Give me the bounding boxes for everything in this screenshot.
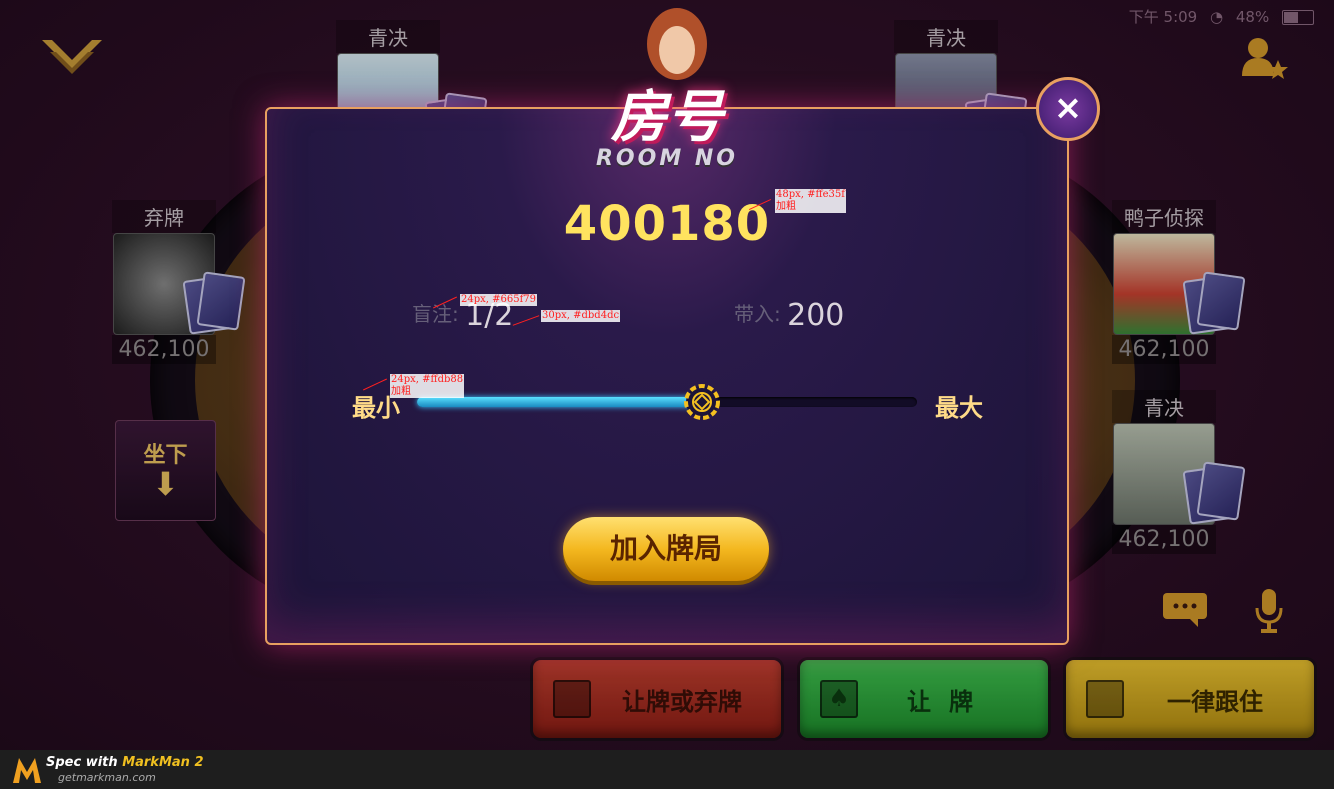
annotation-text: 24px, #ffdb88	[391, 374, 464, 385]
join-game-button[interactable]: 加入牌局	[563, 517, 769, 581]
buyin-info: 带入: 200	[734, 298, 844, 333]
annotation-text: 加粗	[391, 386, 411, 397]
markman-url: getmarkman.com	[58, 771, 156, 784]
dialog-subtitle: ROOM NO	[595, 146, 738, 171]
markman-prefix: Spec with	[46, 755, 118, 770]
buyin-slider-track[interactable]	[417, 397, 917, 407]
close-button[interactable]: ×	[1036, 77, 1100, 141]
room-number: 400180	[563, 196, 771, 252]
annotation-room-number: 48px, #ffe35f 加粗	[775, 189, 846, 213]
dialog-title: 房号	[611, 85, 723, 150]
annotation-text: 48px, #ffe35f	[776, 189, 845, 200]
buyin-value: 200	[787, 298, 845, 333]
buyin-slider-fill	[417, 397, 702, 407]
markman-bar: Spec with MarkMan 2 getmarkman.com	[0, 750, 1334, 789]
annotation-blind-value: 30px, #dbd4dc	[541, 310, 621, 322]
annotation-text: 加粗	[776, 201, 796, 212]
annotation-slider-label: 24px, #ffdb88 加粗	[390, 374, 465, 398]
buyin-label: 带入:	[734, 302, 781, 326]
annotation-blind-label: 24px, #665f79	[460, 294, 538, 306]
markman-title: Spec with MarkMan 2	[46, 755, 204, 770]
markman-logo	[13, 758, 41, 783]
markman-brand: MarkMan 2	[122, 755, 204, 770]
slider-max-label: 最大	[935, 394, 983, 422]
slider-knob[interactable]	[684, 384, 720, 420]
